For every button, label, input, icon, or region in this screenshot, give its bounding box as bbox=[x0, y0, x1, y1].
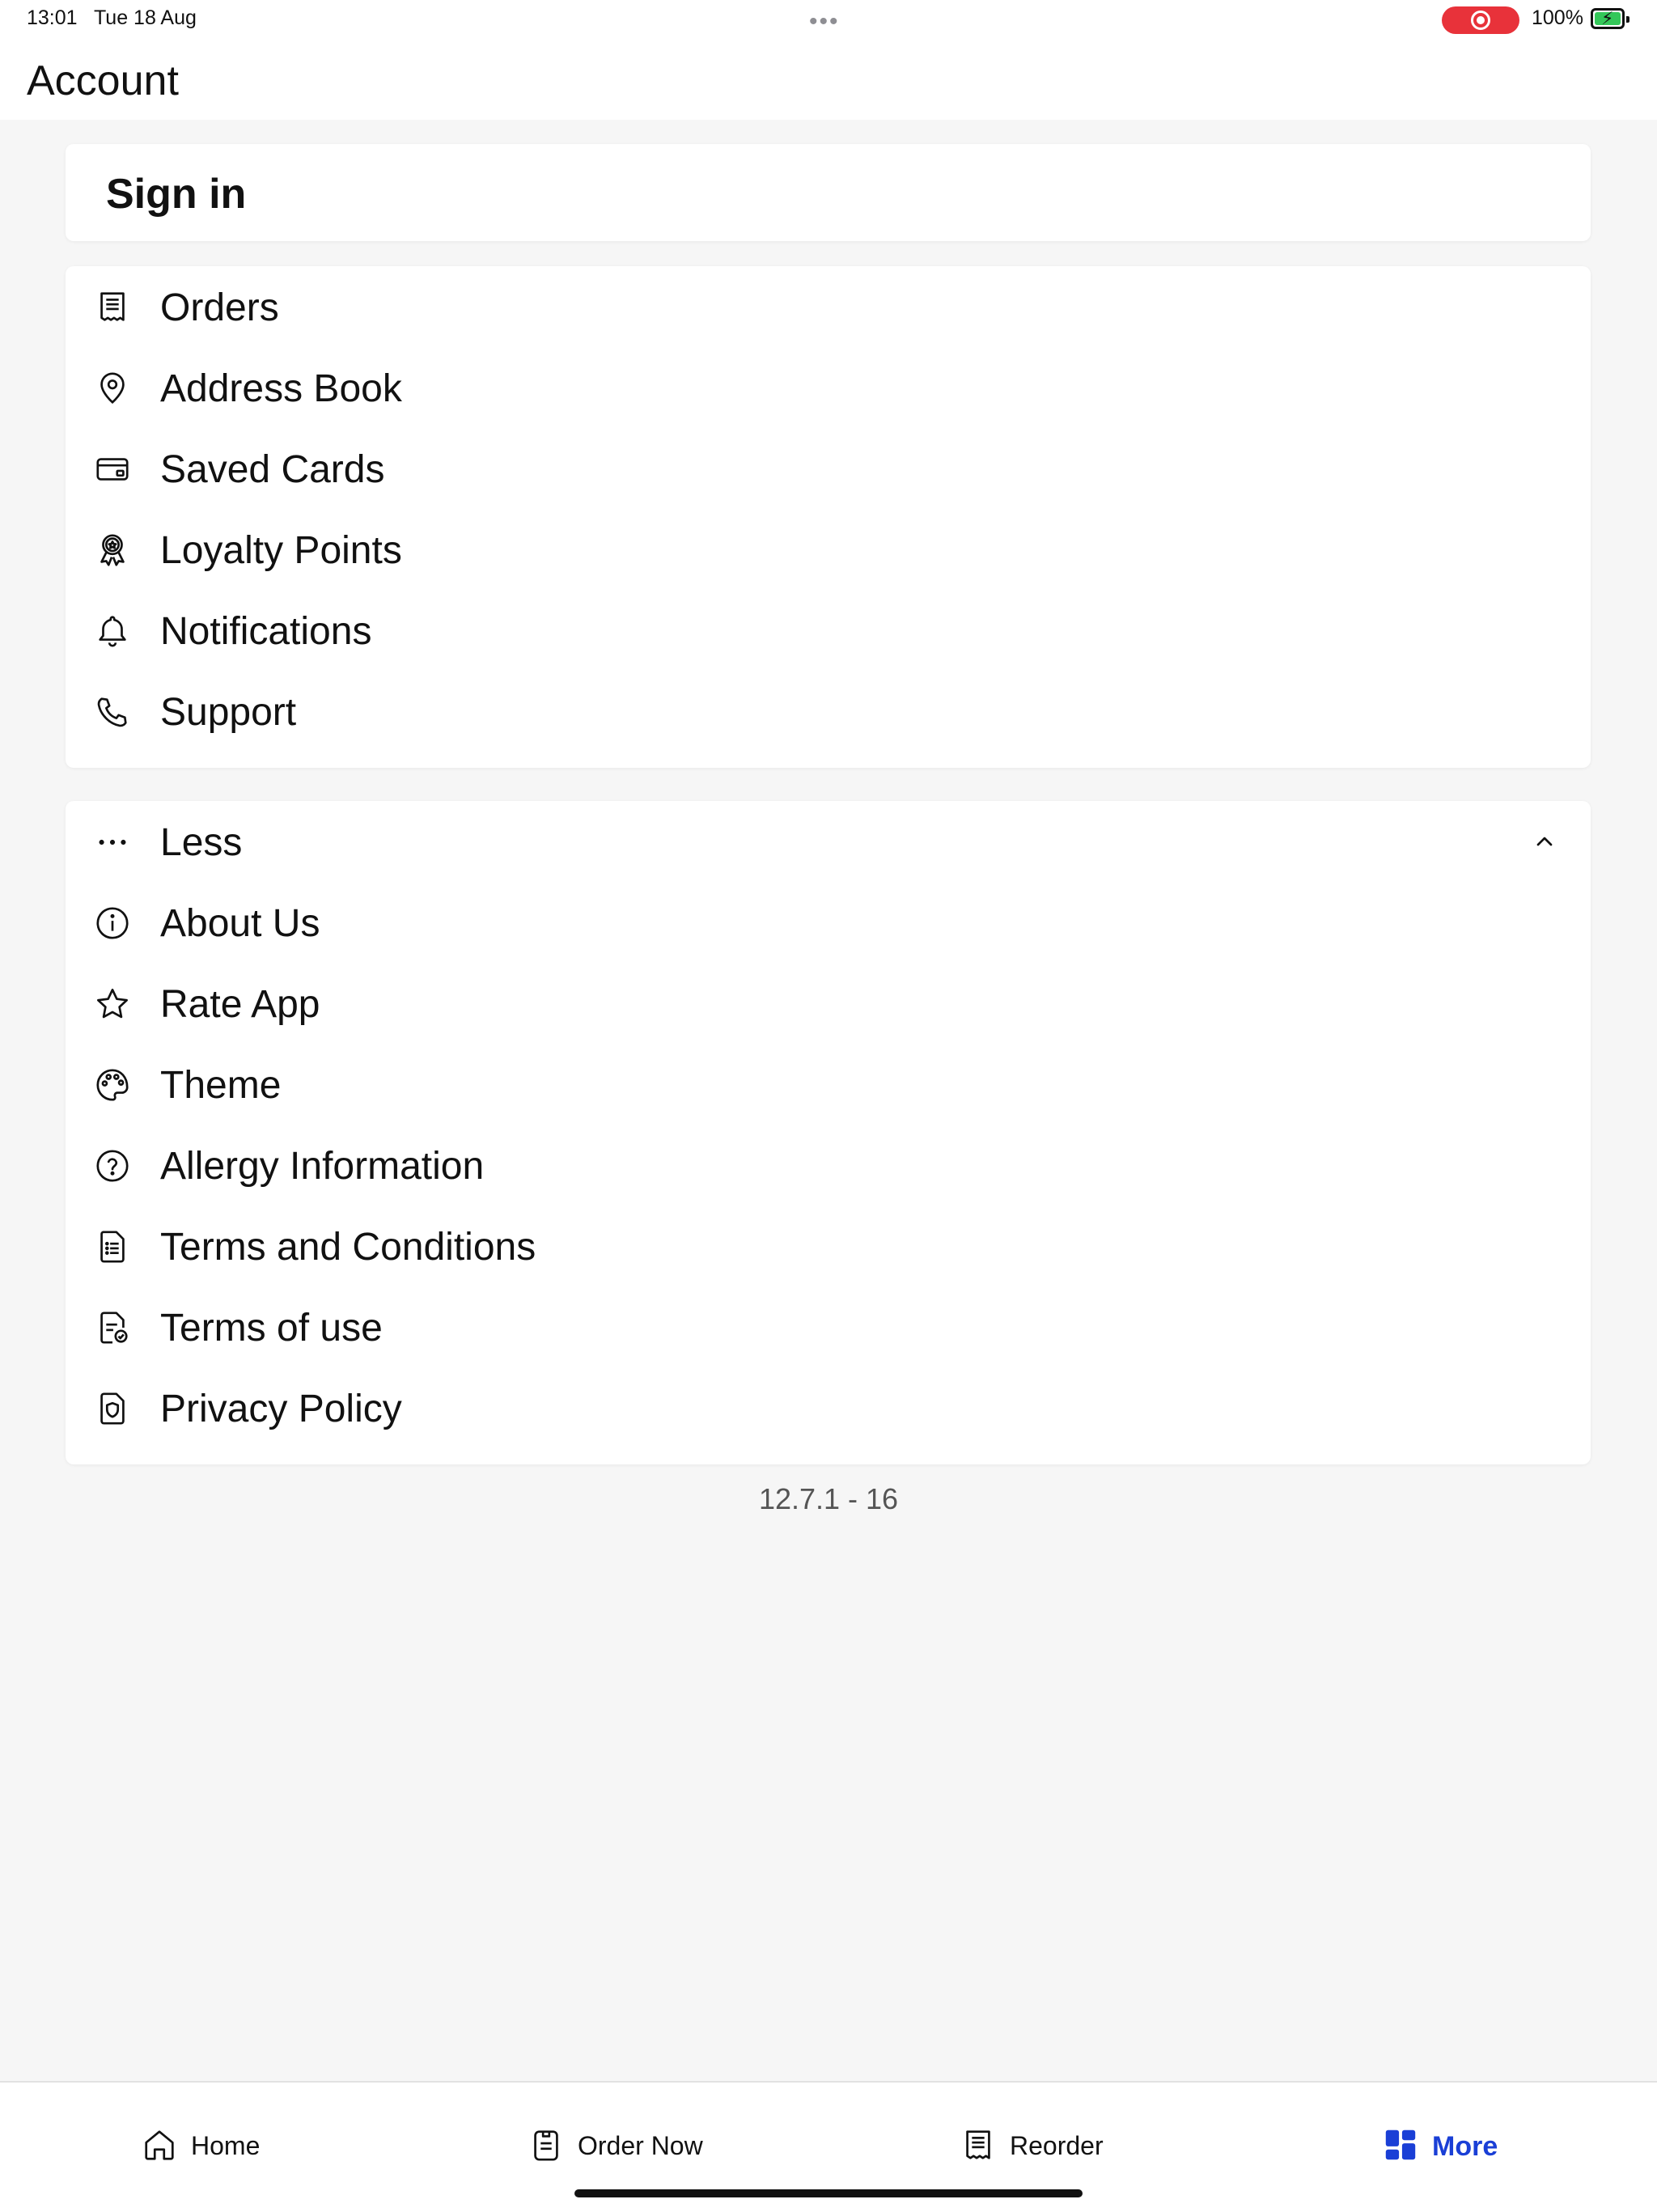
menu-item-label: Privacy Policy bbox=[160, 1388, 402, 1430]
menu-item-saved-cards[interactable]: Saved Cards bbox=[66, 428, 1591, 509]
status-clock: 13:01 bbox=[27, 6, 78, 29]
phone-icon bbox=[94, 693, 131, 731]
document-list-icon bbox=[94, 1228, 131, 1265]
tab-label: Order Now bbox=[578, 2131, 703, 2160]
menu-item-label: Notifications bbox=[160, 610, 372, 653]
menu-item-notifications[interactable]: Notifications bbox=[66, 590, 1591, 671]
account-menu-secondary: Less About Us Rate App Theme Allergy Inf… bbox=[66, 801, 1591, 1464]
menu-item-about-us[interactable]: About Us bbox=[66, 882, 1591, 963]
menu-item-label: Allergy Information bbox=[160, 1145, 485, 1188]
charging-bolt-icon: ⚡ bbox=[1601, 8, 1614, 28]
status-date: Tue 18 Aug bbox=[93, 6, 197, 29]
menu-item-label: Theme bbox=[160, 1064, 282, 1107]
grid-more-icon bbox=[1382, 2126, 1419, 2163]
menu-item-support[interactable]: Support bbox=[66, 671, 1591, 752]
status-time: 13:01 Tue 18 Aug bbox=[27, 6, 197, 30]
sign-in-label: Sign in bbox=[106, 171, 247, 218]
order-icon bbox=[528, 2126, 565, 2163]
credit-card-icon bbox=[94, 451, 131, 488]
account-menu-primary: Orders Address Book Saved Cards Loyalty … bbox=[66, 266, 1591, 768]
question-icon bbox=[94, 1147, 131, 1184]
menu-item-label: Terms of use bbox=[160, 1307, 383, 1350]
star-icon bbox=[94, 985, 131, 1023]
reorder-receipt-icon bbox=[960, 2126, 997, 2163]
tab-label: Home bbox=[191, 2131, 261, 2160]
menu-item-loyalty-points[interactable]: Loyalty Points bbox=[66, 509, 1591, 590]
sign-in-button[interactable]: Sign in bbox=[66, 144, 1591, 241]
chevron-up-icon bbox=[1532, 828, 1557, 854]
menu-item-label: Loyalty Points bbox=[160, 529, 402, 572]
menu-item-terms-of-use[interactable]: Terms of use bbox=[66, 1286, 1591, 1367]
menu-toggle-less[interactable]: Less bbox=[66, 801, 1591, 882]
menu-item-label: Saved Cards bbox=[160, 448, 385, 491]
document-check-icon bbox=[94, 1309, 131, 1346]
receipt-icon bbox=[94, 289, 131, 326]
status-bar: 13:01 Tue 18 Aug ••• 100% ⚡ bbox=[0, 0, 1657, 39]
battery-percent: 100% bbox=[1532, 6, 1583, 29]
menu-item-privacy-policy[interactable]: Privacy Policy bbox=[66, 1367, 1591, 1448]
battery-tip bbox=[1626, 16, 1629, 23]
menu-item-rate-app[interactable]: Rate App bbox=[66, 963, 1591, 1044]
home-indicator[interactable] bbox=[574, 2189, 1083, 2197]
menu-item-label: About Us bbox=[160, 902, 320, 945]
more-dots-icon bbox=[94, 824, 131, 861]
menu-item-terms-and-conditions[interactable]: Terms and Conditions bbox=[66, 1206, 1591, 1286]
info-icon bbox=[94, 905, 131, 942]
record-icon bbox=[1471, 11, 1490, 30]
bell-icon bbox=[94, 612, 131, 650]
menu-item-label: Orders bbox=[160, 286, 279, 329]
menu-item-label: Support bbox=[160, 691, 297, 734]
award-ribbon-icon bbox=[94, 532, 131, 569]
screen-recording-indicator[interactable] bbox=[1442, 6, 1519, 34]
shield-document-icon bbox=[94, 1390, 131, 1427]
battery-icon: ⚡ bbox=[1591, 8, 1629, 29]
menu-toggle-label: Less bbox=[160, 821, 243, 864]
page-header: Account bbox=[0, 39, 1657, 120]
menu-item-label: Address Book bbox=[160, 367, 402, 410]
app-version: 12.7.1 - 16 bbox=[758, 1482, 899, 1515]
menu-item-orders[interactable]: Orders bbox=[66, 266, 1591, 347]
home-icon bbox=[141, 2126, 178, 2163]
tab-label: More bbox=[1432, 2131, 1498, 2162]
multitasking-dots-icon[interactable]: ••• bbox=[809, 8, 840, 36]
menu-item-allergy-information[interactable]: Allergy Information bbox=[66, 1125, 1591, 1206]
location-pin-icon bbox=[94, 370, 131, 407]
menu-item-theme[interactable]: Theme bbox=[66, 1044, 1591, 1125]
menu-item-label: Rate App bbox=[160, 983, 320, 1026]
tab-label: Reorder bbox=[1010, 2131, 1104, 2160]
page-title: Account bbox=[27, 57, 179, 104]
menu-item-address-book[interactable]: Address Book bbox=[66, 347, 1591, 428]
palette-icon bbox=[94, 1066, 131, 1104]
menu-item-label: Terms and Conditions bbox=[160, 1226, 536, 1269]
